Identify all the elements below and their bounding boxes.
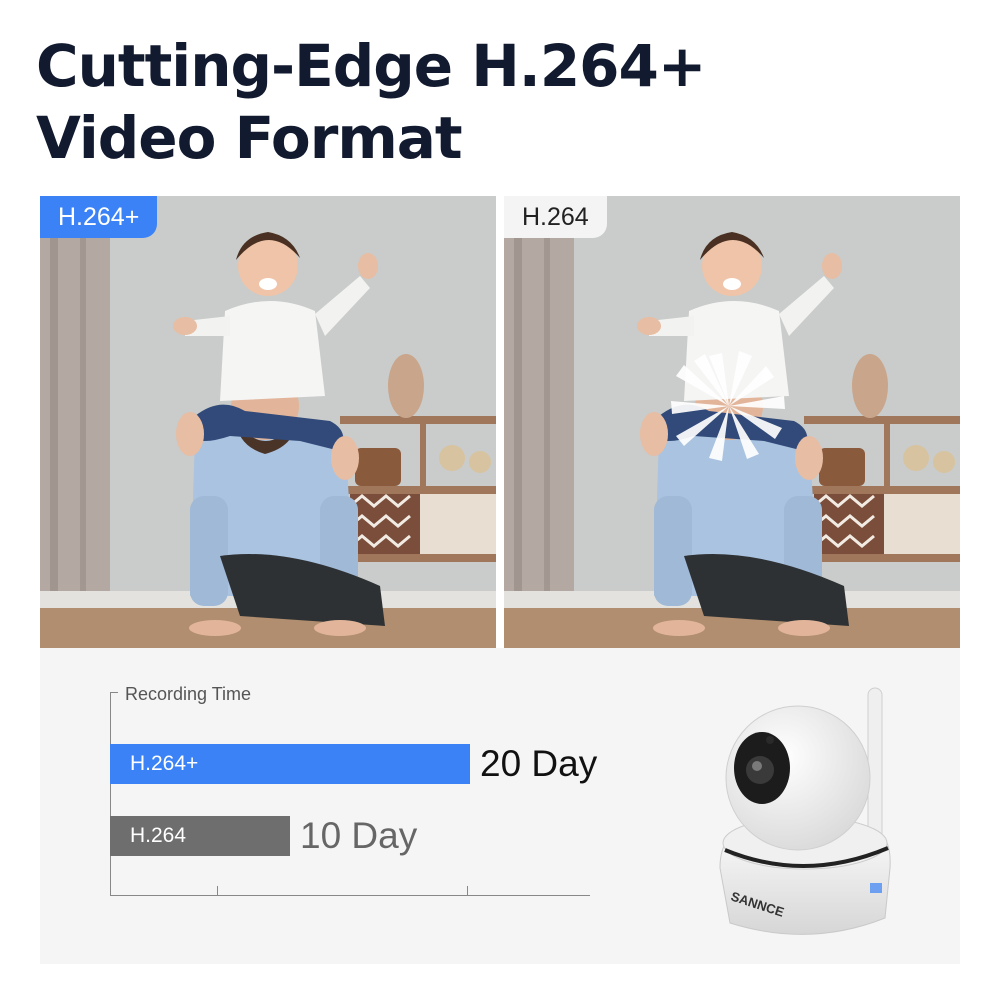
bar-label-h264-plus: H.264+ bbox=[130, 752, 199, 775]
bar-value-h264-plus: 20 Day bbox=[480, 743, 598, 784]
headline-line-2: Video Format bbox=[36, 104, 463, 172]
bar-h264-plus: H.264+ bbox=[110, 744, 470, 784]
family-scene-clear bbox=[40, 196, 496, 648]
codec-tag-h264: H.264 bbox=[504, 196, 607, 238]
bar-label-h264: H.264 bbox=[130, 824, 187, 847]
headline: Cutting-Edge H.264+ Video Format bbox=[36, 30, 796, 174]
recording-time-chart: Recording Time H.264+ 20 Day H.264 10 Da… bbox=[40, 648, 640, 964]
photo-h264: H.264 bbox=[504, 196, 960, 648]
headline-line-1: Cutting-Edge H.264+ bbox=[36, 32, 707, 100]
codec-tag-h264-plus: H.264+ bbox=[40, 196, 158, 238]
x-axis-tick bbox=[467, 886, 468, 895]
photo-h264-plus: H.264+ bbox=[40, 196, 496, 648]
family-scene-blurred bbox=[504, 196, 960, 648]
y-axis-tick bbox=[110, 692, 118, 693]
chart-axis-title: Recording Time bbox=[125, 684, 252, 704]
recording-time-panel: Recording Time H.264+ 20 Day H.264 10 Da… bbox=[40, 648, 960, 964]
bar-value-h264: 10 Day bbox=[300, 815, 418, 856]
x-axis-tick bbox=[217, 886, 218, 895]
x-axis-line bbox=[110, 895, 590, 896]
y-axis-line bbox=[110, 692, 111, 896]
bar-h264: H.264 bbox=[110, 816, 290, 856]
security-camera-image: SANNCE bbox=[719, 687, 891, 935]
